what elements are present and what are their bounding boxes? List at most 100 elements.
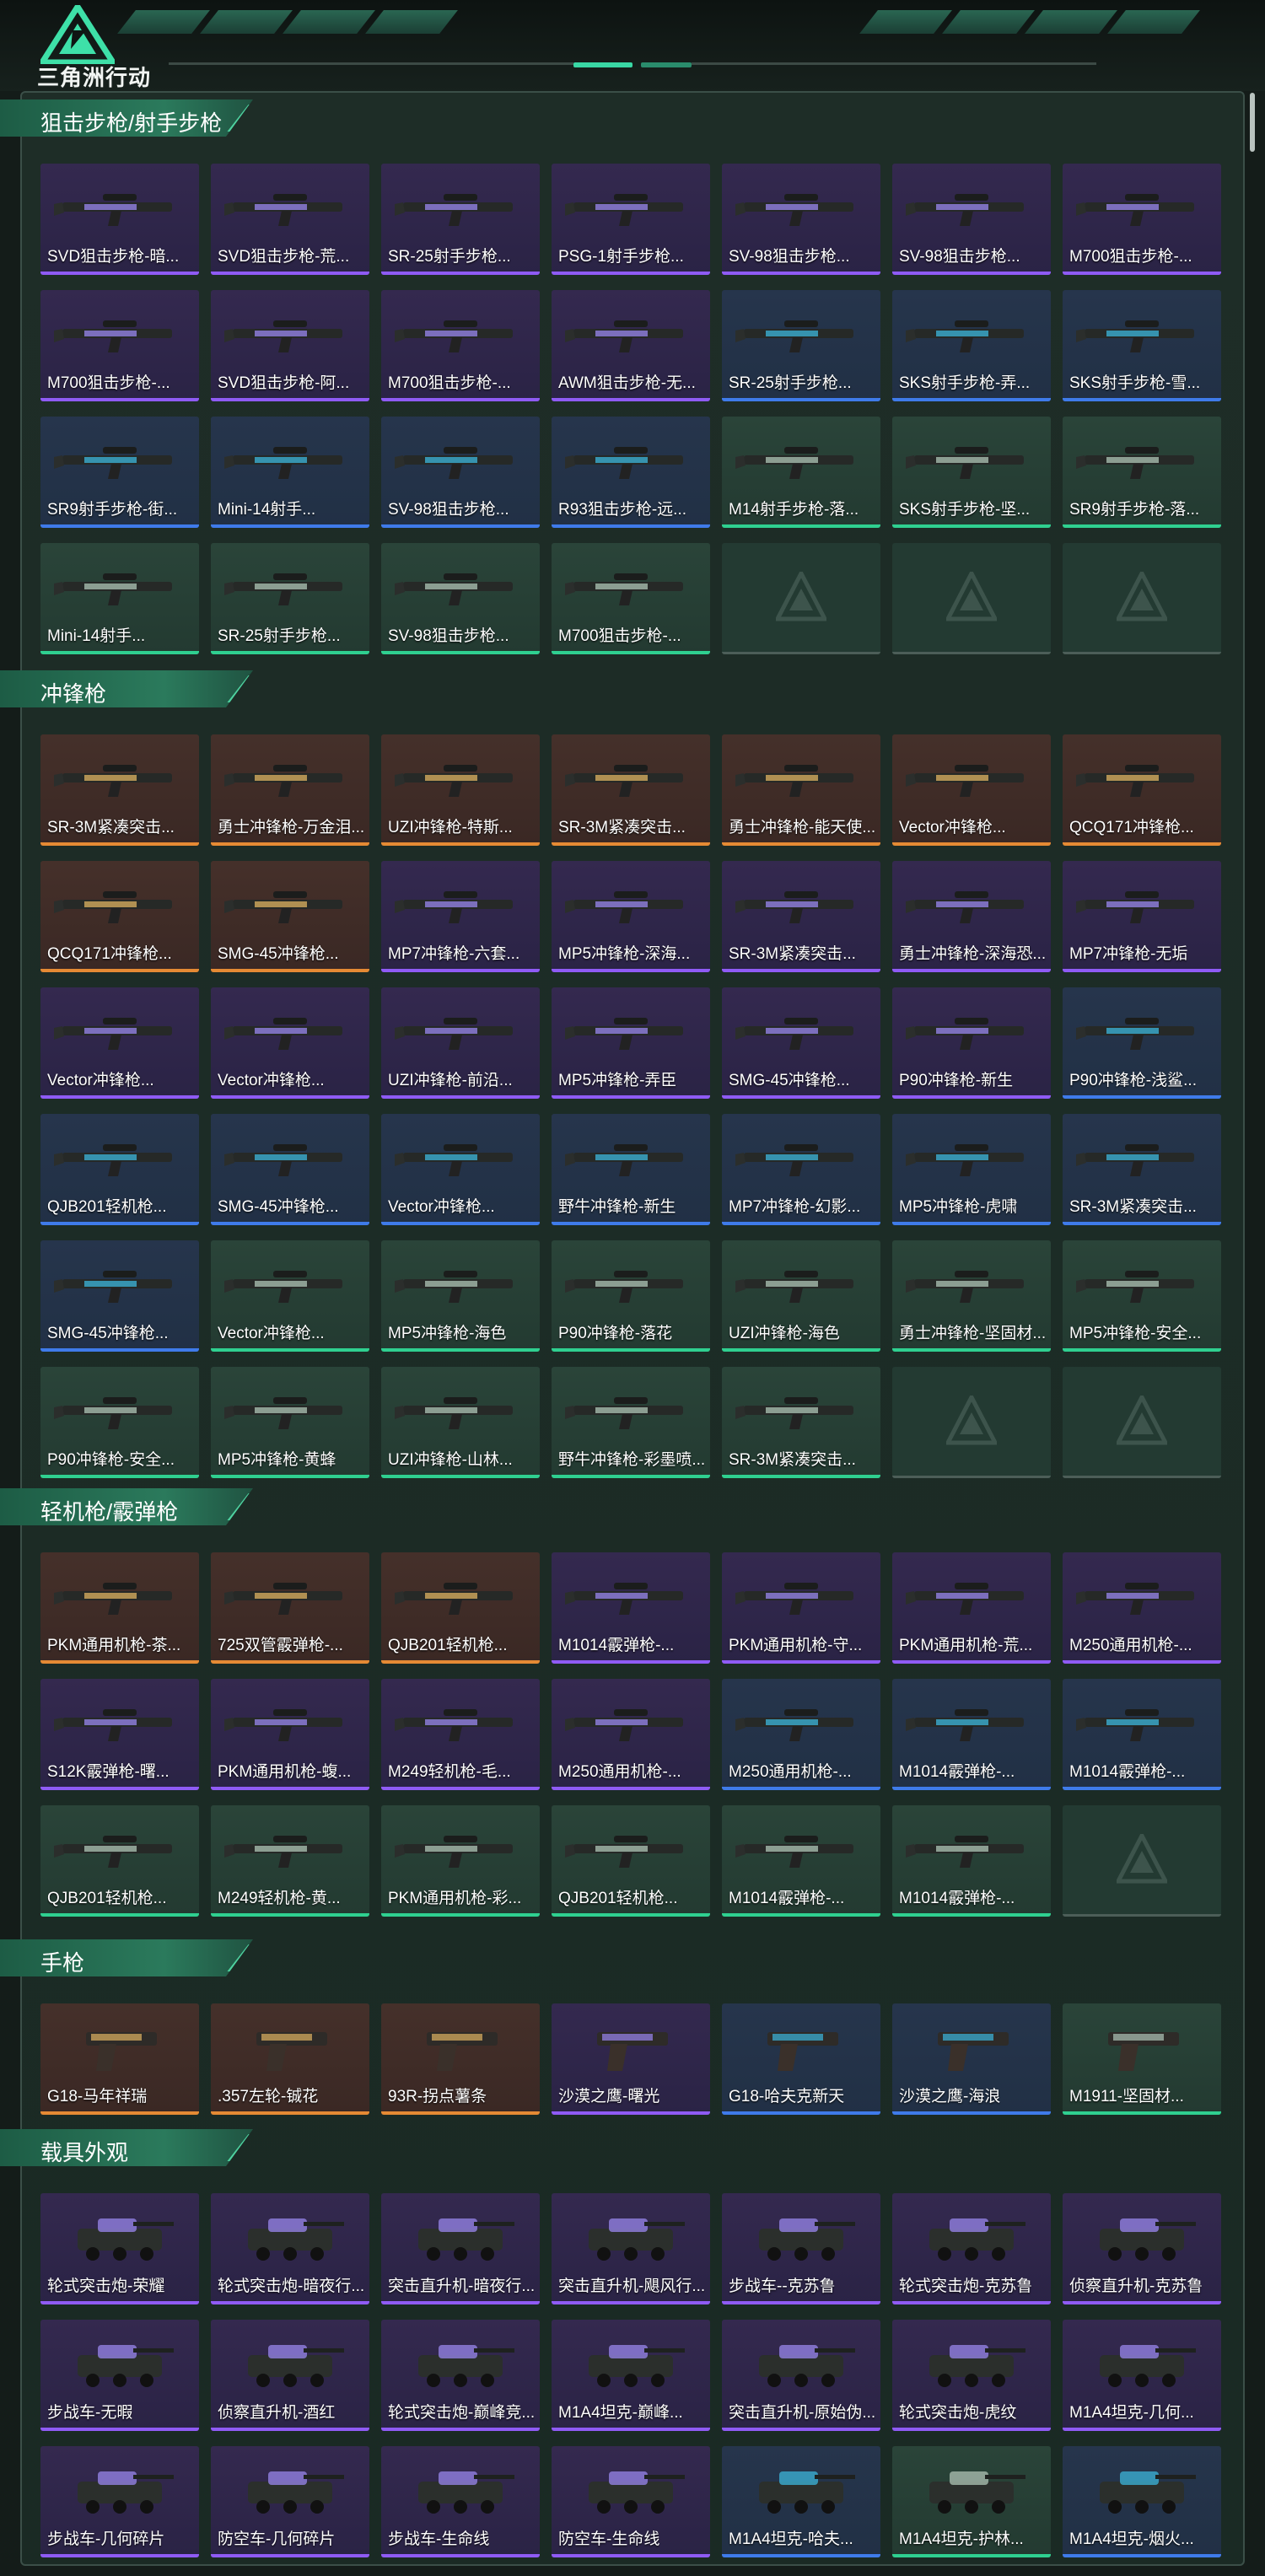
skin-card[interactable]: UZI冲锋枪-特斯... [381, 734, 540, 846]
skin-card[interactable]: 步战车-生命线 [381, 2446, 540, 2557]
skin-card[interactable]: SR-25射手步枪... [381, 164, 540, 275]
skin-card[interactable]: QJB201轻机枪... [40, 1114, 199, 1225]
skin-card[interactable]: M14射手步枪-落... [722, 417, 880, 528]
skin-card[interactable]: MP5冲锋枪-深海... [552, 861, 710, 972]
skin-card[interactable]: M249轻机枪-黄... [211, 1805, 369, 1917]
skin-card[interactable]: M1014霰弹枪-... [552, 1552, 710, 1664]
skin-card[interactable]: M1A4坦克-护林... [892, 2446, 1051, 2557]
skin-card[interactable]: P90冲锋枪-浅鲨... [1063, 987, 1221, 1099]
skin-card[interactable]: Vector冲锋枪... [211, 1240, 369, 1352]
skin-card[interactable]: R93狙击步枪-远... [552, 417, 710, 528]
skin-card[interactable]: MP5冲锋枪-安全... [1063, 1240, 1221, 1352]
skin-card[interactable]: SMG-45冲锋枪... [722, 987, 880, 1099]
skin-card[interactable]: M700狙击步枪-... [1063, 164, 1221, 275]
skin-card[interactable]: QCQ171冲锋枪... [40, 861, 199, 972]
skin-card[interactable]: M1014霰弹枪-... [722, 1805, 880, 1917]
skin-card[interactable]: QJB201轻机枪... [552, 1805, 710, 1917]
skin-card[interactable]: 步战车-无暇 [40, 2320, 199, 2431]
skin-card[interactable]: M1911-坚固材... [1063, 2003, 1221, 2115]
skin-card[interactable]: SV-98狙击步枪... [722, 164, 880, 275]
skin-card[interactable]: M250通用机枪-... [722, 1679, 880, 1790]
skin-card[interactable]: 93R-拐点薯条 [381, 2003, 540, 2115]
skin-card[interactable]: MP5冲锋枪-弄臣 [552, 987, 710, 1099]
skin-card[interactable]: SR-3M紧凑突击... [40, 734, 199, 846]
skin-card[interactable]: QCQ171冲锋枪... [1063, 734, 1221, 846]
skin-card[interactable]: 防空车-几何碎片 [211, 2446, 369, 2557]
skin-card[interactable]: P90冲锋枪-安全... [40, 1367, 199, 1478]
skin-card[interactable]: 轮式突击炮-荣耀 [40, 2193, 199, 2304]
skin-card[interactable]: SR-25射手步枪... [722, 290, 880, 401]
skin-card[interactable]: M250通用机枪-... [552, 1679, 710, 1790]
skin-card[interactable]: Vector冲锋枪... [40, 987, 199, 1099]
skin-card[interactable]: MP7冲锋枪-幻影... [722, 1114, 880, 1225]
skin-card[interactable]: QJB201轻机枪... [40, 1805, 199, 1917]
skin-card[interactable]: UZI冲锋枪-海色 [722, 1240, 880, 1352]
skin-card[interactable]: PKM通用机枪-茶... [40, 1552, 199, 1664]
skin-card[interactable]: Mini-14射手... [40, 543, 199, 654]
skin-card[interactable]: 轮式突击炮-克苏鲁 [892, 2193, 1051, 2304]
skin-card[interactable]: M249轻机枪-毛... [381, 1679, 540, 1790]
skin-card[interactable]: M1A4坦克-几何... [1063, 2320, 1221, 2431]
skin-card[interactable]: 沙漠之鹰-海浪 [892, 2003, 1051, 2115]
skin-card[interactable]: M1014霰弹枪-... [1063, 1679, 1221, 1790]
skin-card[interactable]: M1A4坦克-巅峰... [552, 2320, 710, 2431]
skin-card[interactable]: PKM通用机枪-彩... [381, 1805, 540, 1917]
skin-card[interactable]: PKM通用机枪-荒... [892, 1552, 1051, 1664]
skin-card[interactable]: .357左轮-铖花 [211, 2003, 369, 2115]
skin-card[interactable]: M700狙击步枪-... [381, 290, 540, 401]
skin-card[interactable]: 侦察直升机-克苏鲁 [1063, 2193, 1221, 2304]
skin-card[interactable]: 野牛冲锋枪-新生 [552, 1114, 710, 1225]
skin-card[interactable]: SVD狙击步枪-阿... [211, 290, 369, 401]
skin-card[interactable]: SMG-45冲锋枪... [40, 1240, 199, 1352]
skin-card[interactable]: M1A4坦克-烟火... [1063, 2446, 1221, 2557]
skin-card[interactable]: MP5冲锋枪-黄蜂 [211, 1367, 369, 1478]
skin-card[interactable]: PKM通用机枪-守... [722, 1552, 880, 1664]
skin-card[interactable]: UZI冲锋枪-山林... [381, 1367, 540, 1478]
skin-card[interactable]: SMG-45冲锋枪... [211, 1114, 369, 1225]
skin-card[interactable]: SR-3M紧凑突击... [1063, 1114, 1221, 1225]
skin-card[interactable]: AWM狙击步枪-无... [552, 290, 710, 401]
skin-card[interactable]: 轮式突击炮-暗夜行... [211, 2193, 369, 2304]
skin-card[interactable]: SR-25射手步枪... [211, 543, 369, 654]
skin-card[interactable]: Vector冲锋枪... [381, 1114, 540, 1225]
skin-card[interactable]: SR-3M紧凑突击... [722, 861, 880, 972]
skin-card[interactable]: PKM通用机枪-蝮... [211, 1679, 369, 1790]
skin-card[interactable]: SV-98狙击步枪... [381, 543, 540, 654]
skin-card[interactable]: SMG-45冲锋枪... [211, 861, 369, 972]
skin-card[interactable]: SKS射手步枪-雪... [1063, 290, 1221, 401]
skin-card[interactable]: M700狙击步枪-... [40, 290, 199, 401]
skin-card[interactable]: P90冲锋枪-落花 [552, 1240, 710, 1352]
skin-card[interactable]: 野牛冲锋枪-彩墨喷... [552, 1367, 710, 1478]
skin-card[interactable]: 勇士冲锋枪-坚固材... [892, 1240, 1051, 1352]
skin-card[interactable]: 突击直升机-暗夜行... [381, 2193, 540, 2304]
skin-card[interactable]: G18-哈夫克新天 [722, 2003, 880, 2115]
skin-card[interactable]: M250通用机枪-... [1063, 1552, 1221, 1664]
skin-card[interactable]: SR9射手步枪-落... [1063, 417, 1221, 528]
skin-card[interactable]: Vector冲锋枪... [211, 987, 369, 1099]
skin-card[interactable]: 步战车-几何碎片 [40, 2446, 199, 2557]
skin-card[interactable]: SR-3M紧凑突击... [722, 1367, 880, 1478]
skin-card[interactable]: 轮式突击炮-巅峰竞... [381, 2320, 540, 2431]
skin-card[interactable]: M700狙击步枪-... [552, 543, 710, 654]
skin-card[interactable]: 突击直升机-原始伪... [722, 2320, 880, 2431]
skin-card[interactable]: M1014霰弹枪-... [892, 1805, 1051, 1917]
skin-card[interactable]: G18-马年祥瑞 [40, 2003, 199, 2115]
skin-card[interactable]: 沙漠之鹰-曙光 [552, 2003, 710, 2115]
skin-card[interactable]: UZI冲锋枪-前沿... [381, 987, 540, 1099]
skin-card[interactable]: SKS射手步枪-弄... [892, 290, 1051, 401]
skin-card[interactable]: M1A4坦克-哈夫... [722, 2446, 880, 2557]
skin-card[interactable]: S12K霰弹枪-曙... [40, 1679, 199, 1790]
skin-card[interactable]: 侦察直升机-酒红 [211, 2320, 369, 2431]
skin-card[interactable]: SV-98狙击步枪... [381, 417, 540, 528]
skin-card[interactable]: P90冲锋枪-新生 [892, 987, 1051, 1099]
skin-card[interactable]: SR-3M紧凑突击... [552, 734, 710, 846]
skin-card[interactable]: M1014霰弹枪-... [892, 1679, 1051, 1790]
skin-card[interactable]: Vector冲锋枪... [892, 734, 1051, 846]
skin-card[interactable]: MP7冲锋枪-六套... [381, 861, 540, 972]
skin-card[interactable]: 勇士冲锋枪-能天使... [722, 734, 880, 846]
skin-card[interactable]: PSG-1射手步枪... [552, 164, 710, 275]
skin-card[interactable]: 突击直升机-飓风行... [552, 2193, 710, 2304]
skin-card[interactable]: MP7冲锋枪-无垢 [1063, 861, 1221, 972]
skin-card[interactable]: MP5冲锋枪-虎啸 [892, 1114, 1051, 1225]
skin-card[interactable]: 步战车--克苏鲁 [722, 2193, 880, 2304]
